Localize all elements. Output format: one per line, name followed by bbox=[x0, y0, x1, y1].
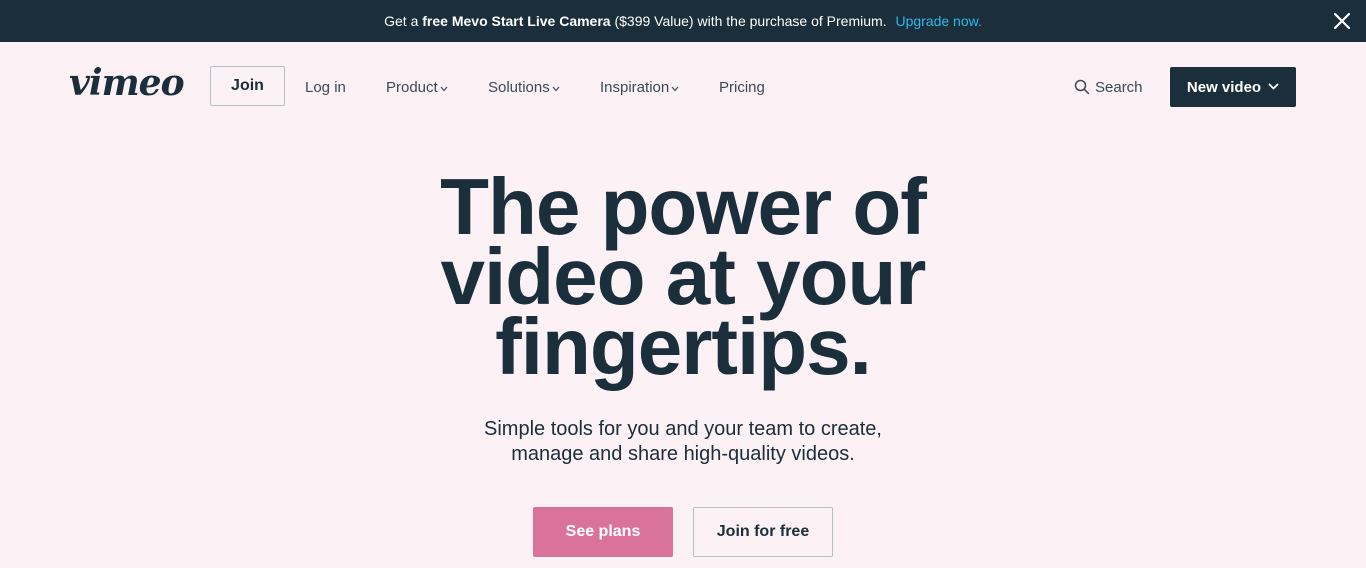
promo-message: Get a free Mevo Start Live Camera ($399 … bbox=[384, 13, 982, 29]
site-header: vimeo Join Log in Product Solutions Insp… bbox=[0, 42, 1366, 132]
hero-subtitle-line: manage and share high-quality videos. bbox=[511, 443, 855, 465]
nav-pricing[interactable]: Pricing bbox=[719, 76, 765, 98]
promo-suffix: ($399 Value) with the purchase of Premiu… bbox=[614, 13, 887, 29]
search-icon bbox=[1074, 79, 1090, 95]
chevron-down-icon bbox=[440, 86, 448, 91]
nav-inspiration[interactable]: Inspiration bbox=[600, 76, 679, 98]
chevron-down-icon bbox=[552, 86, 560, 91]
search-label: Search bbox=[1095, 78, 1143, 96]
join-button[interactable]: Join bbox=[210, 66, 285, 106]
hero-title-line: fingertips. bbox=[495, 302, 872, 391]
vimeo-logo[interactable]: vimeo bbox=[69, 63, 185, 103]
nav-solutions-label: Solutions bbox=[488, 78, 550, 96]
search-button[interactable]: Search bbox=[1074, 76, 1143, 98]
promo-prefix: Get a bbox=[384, 13, 419, 29]
new-video-button[interactable]: New video bbox=[1170, 67, 1296, 107]
see-plans-button[interactable]: See plans bbox=[533, 507, 673, 557]
promo-banner: Get a free Mevo Start Live Camera ($399 … bbox=[0, 0, 1366, 42]
hero-title: The power of video at your fingertips. bbox=[383, 167, 983, 391]
new-video-label: New video bbox=[1186, 78, 1262, 96]
promo-offer: free Mevo Start Live Camera bbox=[422, 13, 611, 29]
nav-pricing-label: Pricing bbox=[719, 78, 765, 96]
upgrade-link[interactable]: Upgrade now. bbox=[895, 13, 981, 29]
nav-login-label: Log in bbox=[305, 78, 346, 96]
nav-product[interactable]: Product bbox=[386, 76, 448, 98]
nav-solutions[interactable]: Solutions bbox=[488, 76, 560, 98]
nav-product-label: Product bbox=[386, 78, 438, 96]
nav-login[interactable]: Log in bbox=[305, 76, 346, 98]
chevron-down-icon bbox=[671, 86, 679, 91]
chevron-down-icon bbox=[1268, 83, 1279, 90]
nav-inspiration-label: Inspiration bbox=[600, 78, 670, 96]
join-for-free-button[interactable]: Join for free bbox=[693, 507, 833, 557]
hero-subtitle-line: Simple tools for you and your team to cr… bbox=[484, 418, 882, 440]
close-icon[interactable] bbox=[1332, 11, 1352, 31]
hero-subtitle: Simple tools for you and your team to cr… bbox=[433, 417, 933, 467]
